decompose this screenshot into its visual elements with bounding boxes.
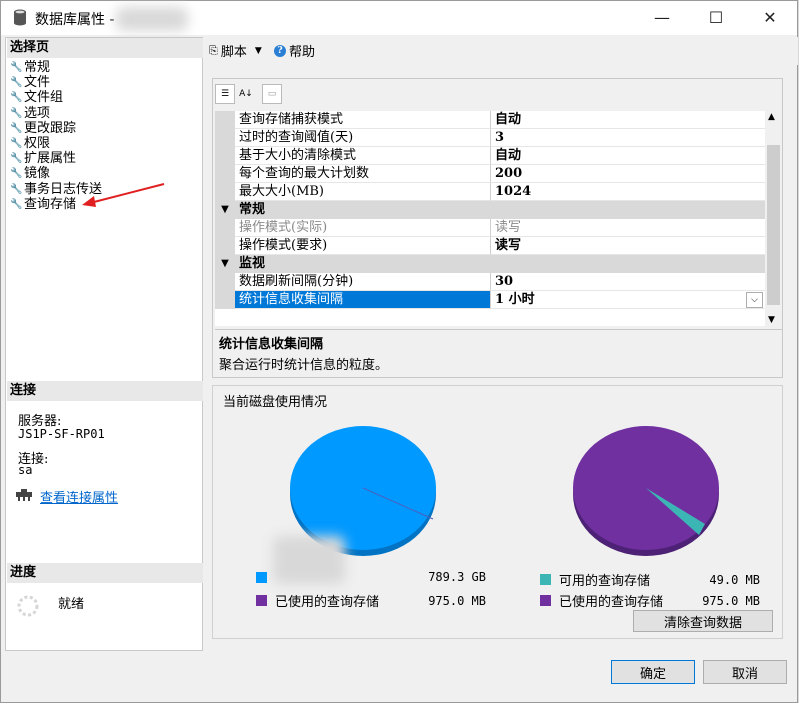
description-title: 统计信息收集间隔 (219, 337, 324, 352)
wrench-icon: 🔧 (10, 107, 23, 119)
description-text: 聚合运行时统计信息的粒度。 (219, 358, 389, 373)
page-item-label: 文件 (24, 75, 51, 91)
query-store-pie-chart (573, 426, 719, 556)
property-row[interactable]: 操作模式(要求) 读写 (215, 237, 765, 255)
toolbar: ⎘ 脚本 ▼ ? 帮助 (204, 37, 798, 65)
category-general[interactable]: ▼ 常规 (215, 201, 765, 219)
property-row[interactable]: 数据刷新间隔(分钟) 30 (215, 273, 765, 291)
property-row[interactable]: 基于大小的清除模式 自动 (215, 147, 765, 165)
legend-available-query-store: 可用的查询存储 49.0 MB (540, 570, 760, 589)
property-grid-panel: ☰ A↓ ▭ 查询存储捕获模式 自动 过时的查询阈值(天) 3 基于大小的清除模式自… (212, 78, 783, 378)
page-item[interactable]: 🔧 选项 (10, 106, 50, 121)
scroll-down-icon[interactable]: ▼ (768, 315, 775, 325)
legend-swatch-icon (256, 571, 267, 583)
scroll-up-icon[interactable]: ▲ (768, 112, 775, 122)
wrench-icon: 🔧 (10, 153, 23, 165)
clear-query-data-button[interactable]: 清除查询数据 (633, 610, 773, 632)
wrench-icon: 🔧 (10, 168, 23, 180)
dropdown-arrow-icon: ▼ (254, 45, 262, 56)
disk-usage-header: 当前磁盘使用情况 (223, 395, 328, 410)
page-item-label: 镜像 (24, 166, 51, 182)
collapse-chevron-icon[interactable]: ▼ (215, 255, 235, 273)
wrench-icon: 🔧 (10, 122, 23, 134)
page-item-label: 权限 (24, 136, 51, 151)
wrench-icon: 🔧 (10, 62, 23, 73)
background-window-edge (798, 0, 805, 703)
title-bar: 数据库属性 - — ☐ ✕ (1, 1, 797, 35)
legend-swatch-icon (540, 595, 551, 606)
cancel-button[interactable]: 取消 (703, 660, 787, 684)
dropdown-button[interactable]: ⌵ (746, 292, 763, 308)
progress-spinner-icon (16, 594, 40, 621)
page-item[interactable]: 🔧 查询存储 (10, 197, 76, 212)
maximize-button[interactable]: ☐ (693, 1, 739, 33)
property-row[interactable]: 查询存储捕获模式 自动 (215, 111, 765, 129)
server-value: JS1P-SF-RP01 (18, 427, 105, 441)
annotation-arrow (82, 183, 165, 207)
script-button[interactable]: ⎘ 脚本 ▼ (209, 41, 262, 61)
ok-button[interactable]: 确定 (611, 660, 695, 684)
page-item[interactable]: 🔧 权限 (10, 136, 50, 151)
grid-toolbar: ☰ A↓ ▭ (213, 79, 782, 109)
page-item[interactable]: 🔧 文件 (10, 75, 50, 90)
script-icon: ⎘ (209, 43, 218, 57)
legend-swatch-icon (540, 574, 551, 585)
property-row: 操作模式(实际) 读写 (215, 219, 765, 237)
page-item[interactable]: 🔧 更改跟踪 (10, 121, 76, 136)
view-connection-properties-link[interactable]: 查看连接属性 (40, 487, 118, 506)
category-monitor[interactable]: ▼ 监视 (215, 255, 765, 273)
help-icon: ? (274, 44, 286, 57)
disk-usage-panel: 当前磁盘使用情况 789.3 GB 已使用的查询存储 975.0 MB 可用的查… (212, 385, 783, 639)
database-icon (13, 9, 27, 29)
script-label: 脚本 (220, 45, 247, 60)
connection-value: sa (18, 463, 33, 477)
close-button[interactable]: ✕ (747, 1, 793, 33)
progress-status: 就绪 (58, 597, 85, 612)
redacted-db-name (116, 7, 188, 31)
minimize-button[interactable]: — (639, 1, 685, 33)
wrench-icon: 🔧 (10, 138, 23, 149)
connection-header: 连接 (7, 381, 203, 401)
property-pages-icon[interactable]: ▭ (262, 84, 282, 104)
page-item[interactable]: 🔧 镜像 (10, 166, 50, 181)
property-row[interactable]: 每个查询的最大计划数 200 (215, 165, 765, 183)
legend-swatch-icon (256, 595, 267, 606)
page-item[interactable]: 🔧 扩展属性 (10, 151, 76, 166)
help-label: 帮助 (289, 45, 316, 60)
page-item[interactable]: 🔧 文件组 (10, 90, 63, 105)
page-item-label: 选项 (24, 105, 51, 121)
page-item-label: 查询存储 (24, 196, 77, 212)
database-properties-window: 数据库属性 - — ☐ ✕ 选择页 🔧 常规 🔧 文件 🔧 文件组 🔧 选项 🔧 更改跟踪 🔧 权限 🔧… (0, 0, 798, 703)
page-item-label: 常规 (24, 60, 51, 75)
left-pane: 选择页 🔧 常规 🔧 文件 🔧 文件组 🔧 选项 🔧 更改跟踪 🔧 权限 🔧 扩展属性 🔧 镜像 🔧 事务日志传送… (5, 37, 203, 651)
page-item-label: 扩展属性 (24, 151, 77, 167)
wrench-icon: 🔧 (10, 92, 23, 104)
legend-used-query-store-right: 已使用的查询存储 975.0 MB (540, 591, 760, 610)
grid-scrollbar[interactable]: ▲ ▼ (765, 111, 782, 326)
wrench-icon: 🔧 (10, 198, 23, 210)
legend-used-query-store: 已使用的查询存储 975.0 MB (256, 591, 486, 610)
legend-free-disk: 789.3 GB (256, 570, 486, 584)
progress-header: 进度 (7, 563, 203, 583)
connection-properties-icon (15, 489, 33, 504)
property-row[interactable]: 最大大小(MB) 1024 (215, 183, 765, 201)
alphabetical-sort-icon[interactable]: A↓ (236, 84, 256, 104)
select-page-header: 选择页 (7, 38, 203, 58)
collapse-chevron-icon[interactable]: ▼ (215, 201, 235, 219)
property-grid: 查询存储捕获模式 自动 过时的查询阈值(天) 3 基于大小的清除模式 自动 每个查询的… (215, 111, 765, 326)
property-row[interactable]: 过时的查询阈值(天) 3 (215, 129, 765, 147)
wrench-icon: 🔧 (10, 77, 23, 89)
page-item-label: 文件组 (24, 90, 64, 106)
help-button[interactable]: ? 帮助 (274, 41, 315, 60)
page-item-label: 更改跟踪 (24, 120, 77, 136)
scroll-thumb[interactable] (767, 145, 780, 305)
categorized-view-icon[interactable]: ☰ (215, 84, 235, 104)
description-panel: 统计信息收集间隔 聚合运行时统计信息的粒度。 (215, 329, 782, 377)
property-row-selected[interactable]: 统计信息收集间隔 1 小时 ⌵ (215, 291, 765, 309)
page-item[interactable]: 🔧 常规 (10, 60, 50, 75)
wrench-icon: 🔧 (10, 183, 23, 195)
window-title: 数据库属性 - (35, 12, 115, 28)
